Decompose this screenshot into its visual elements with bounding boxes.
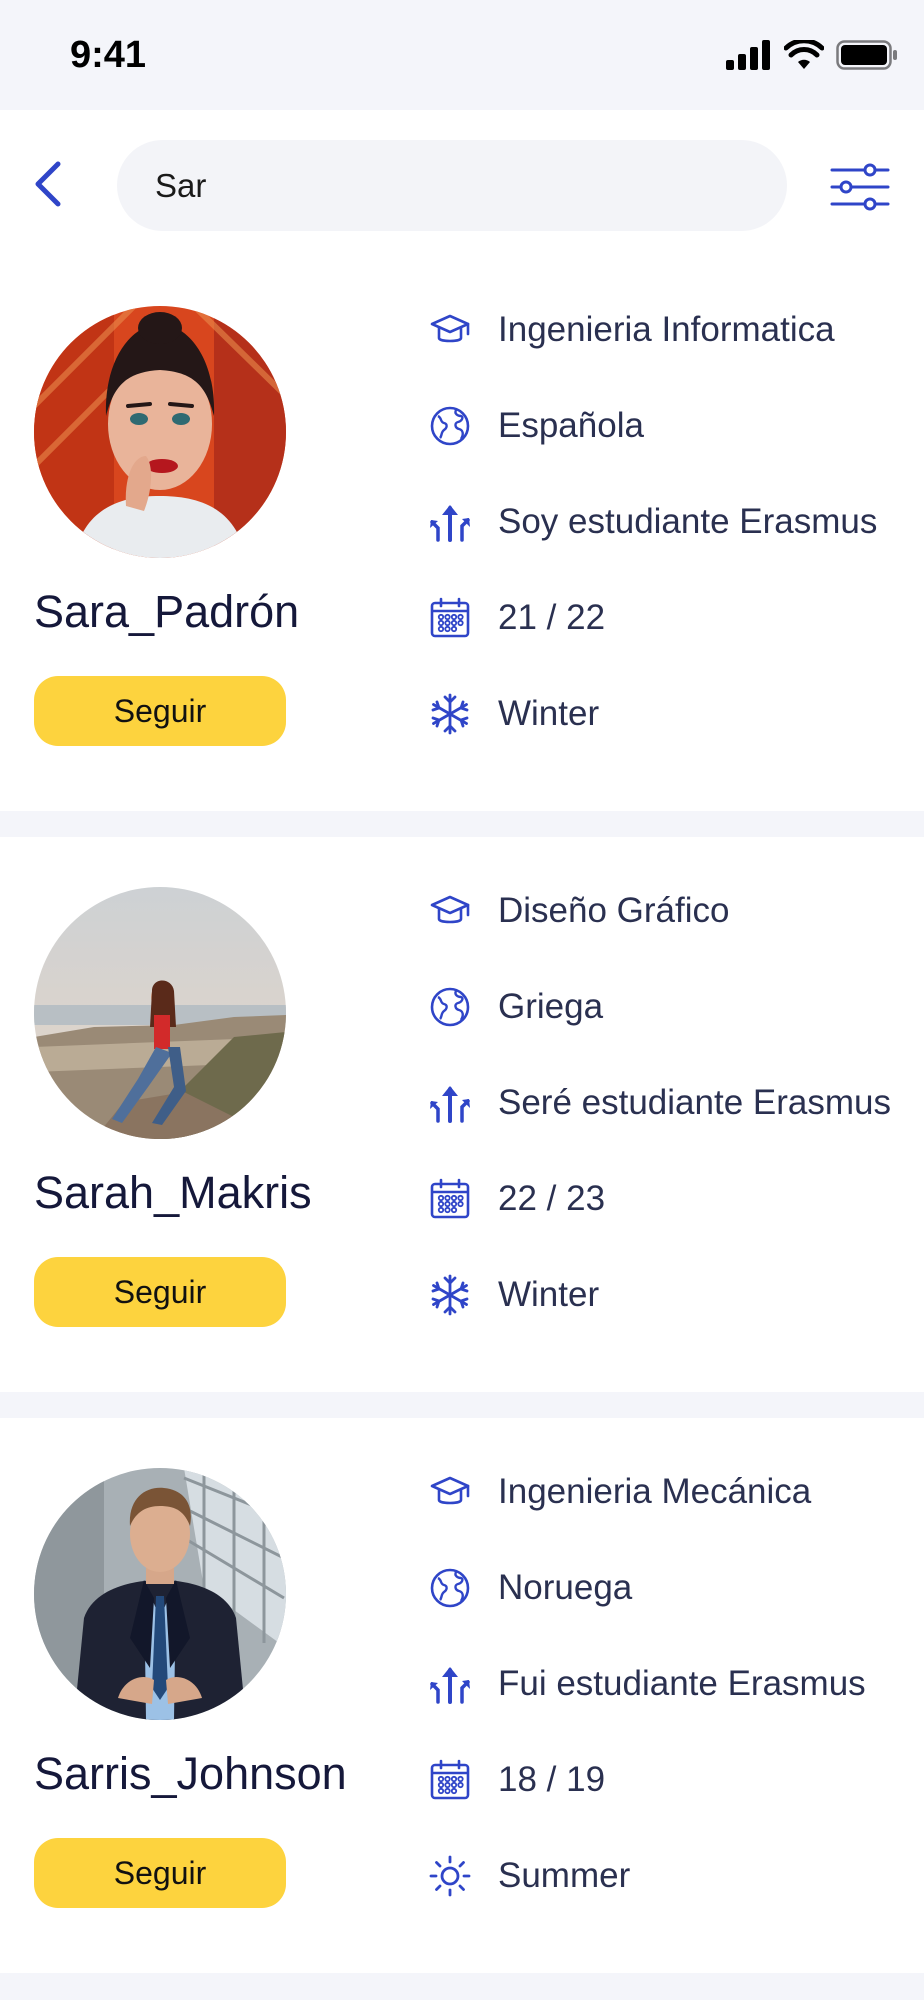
search-field[interactable]	[117, 140, 787, 231]
battery-icon	[836, 40, 897, 70]
academic-year-text: 22 / 23	[498, 1179, 606, 1218]
split-arrows-icon	[428, 1662, 472, 1706]
info-nationality: Noruega	[428, 1558, 632, 1618]
calendar-icon	[428, 596, 472, 640]
username: Sarris_Johnson	[34, 1748, 347, 1799]
globe-icon	[428, 404, 472, 448]
sliders-icon	[830, 163, 890, 211]
erasmus-status-text: Seré estudiante Erasmus	[498, 1083, 891, 1122]
wifi-icon	[784, 40, 824, 69]
avatar[interactable]	[34, 306, 286, 558]
filter-button[interactable]	[830, 162, 890, 212]
career-text: Diseño Gráfico	[498, 891, 730, 930]
snowflake-icon	[428, 692, 472, 736]
user-card[interactable]: Sarah_Makris Seguir Diseño Gráfico Grieg…	[0, 837, 924, 1392]
info-erasmus: Soy estudiante Erasmus	[428, 492, 877, 552]
calendar-icon	[428, 1758, 472, 1802]
academic-year-text: 21 / 22	[498, 598, 606, 637]
avatar[interactable]	[34, 887, 286, 1139]
sun-icon	[428, 1854, 472, 1898]
globe-icon	[428, 985, 472, 1029]
academic-year-text: 18 / 19	[498, 1760, 606, 1799]
calendar-icon	[428, 1177, 472, 1221]
status-bar: 9:41	[0, 0, 924, 110]
follow-button[interactable]: Seguir	[34, 1257, 286, 1327]
split-arrows-icon	[428, 500, 472, 544]
follow-button[interactable]: Seguir	[34, 1838, 286, 1908]
season-text: Winter	[498, 694, 600, 733]
signal-icon	[726, 40, 770, 70]
graduation-cap-icon	[428, 889, 472, 933]
search-header	[0, 110, 924, 260]
status-time: 9:41	[70, 34, 147, 76]
back-button[interactable]	[28, 158, 68, 210]
globe-icon	[428, 1566, 472, 1610]
graduation-cap-icon	[428, 1470, 472, 1514]
username: Sarah_Makris	[34, 1167, 312, 1218]
info-season: Summer	[428, 1846, 630, 1906]
erasmus-status-text: Fui estudiante Erasmus	[498, 1664, 866, 1703]
chevron-left-icon	[35, 161, 61, 207]
follow-button[interactable]: Seguir	[34, 676, 286, 746]
info-season: Winter	[428, 684, 599, 744]
avatar[interactable]	[34, 1468, 286, 1720]
info-career: Ingenieria Informatica	[428, 300, 835, 360]
username: Sara_Padrón	[34, 586, 300, 637]
info-career: Diseño Gráfico	[428, 881, 729, 941]
nationality-text: Noruega	[498, 1568, 633, 1607]
snowflake-icon	[428, 1273, 472, 1317]
info-year: 21 / 22	[428, 588, 605, 648]
status-icons	[726, 40, 898, 70]
graduation-cap-icon	[428, 308, 472, 352]
info-nationality: Griega	[428, 977, 603, 1037]
info-nationality: Española	[428, 396, 644, 456]
nationality-text: Española	[498, 406, 644, 445]
info-career: Ingenieria Mecánica	[428, 1462, 811, 1522]
info-year: 18 / 19	[428, 1750, 605, 1810]
nationality-text: Griega	[498, 987, 604, 1026]
split-arrows-icon	[428, 1081, 472, 1125]
season-text: Winter	[498, 1275, 600, 1314]
career-text: Ingenieria Informatica	[498, 310, 835, 349]
info-erasmus: Fui estudiante Erasmus	[428, 1654, 866, 1714]
search-input[interactable]	[155, 166, 787, 205]
user-card[interactable]: Sarris_Johnson Seguir Ingenieria Mecánic…	[0, 1418, 924, 1973]
info-year: 22 / 23	[428, 1169, 605, 1229]
info-season: Winter	[428, 1265, 599, 1325]
erasmus-status-text: Soy estudiante Erasmus	[498, 502, 878, 541]
user-card[interactable]: Sara_Padrón Seguir Ingenieria Informatic…	[0, 256, 924, 811]
season-text: Summer	[498, 1856, 631, 1895]
career-text: Ingenieria Mecánica	[498, 1472, 812, 1511]
info-erasmus: Seré estudiante Erasmus	[428, 1073, 891, 1133]
